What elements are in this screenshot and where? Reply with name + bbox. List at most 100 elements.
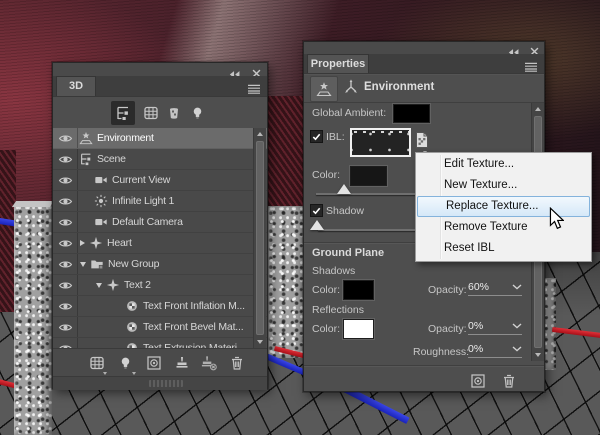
check-icon <box>312 207 321 215</box>
visibility-toggle[interactable] <box>53 317 78 337</box>
trash-icon[interactable] <box>228 354 245 371</box>
new-object-icon[interactable] <box>145 354 162 371</box>
visibility-toggle[interactable] <box>53 254 78 274</box>
shadows-opacity-label: Opacity: <box>428 284 467 296</box>
tab-properties[interactable]: Properties <box>307 54 369 73</box>
ground-stamp-icon[interactable] <box>173 354 190 371</box>
reflections-opacity-dropdown[interactable]: 0% <box>468 320 522 335</box>
roughness-dropdown[interactable]: 0% <box>468 343 522 358</box>
visibility-toggle[interactable] <box>53 170 78 190</box>
properties-header: Environment <box>304 74 544 103</box>
tab-properties-label: Properties <box>311 58 365 70</box>
properties-tabrow: Properties <box>304 54 544 74</box>
tab-3d[interactable]: 3D <box>56 76 96 96</box>
3d-filter-bar <box>53 97 267 129</box>
slider-thumb[interactable] <box>337 184 351 194</box>
filter-scene-icon[interactable] <box>111 101 135 125</box>
trash-icon[interactable] <box>500 372 518 390</box>
visibility-toggle[interactable] <box>53 191 78 211</box>
ibl-texture-thumbnail[interactable] <box>350 128 411 157</box>
vertical-scrollbar[interactable] <box>253 128 266 348</box>
eye-icon <box>58 154 73 165</box>
visibility-toggle[interactable] <box>53 128 78 148</box>
list-item-heart[interactable]: Heart <box>53 233 267 254</box>
coordinates-icon <box>343 79 359 100</box>
environment-icon[interactable] <box>310 76 338 102</box>
3d-panel-titlebar <box>53 63 267 76</box>
eye-icon <box>58 217 73 228</box>
add-light-icon[interactable] <box>117 354 134 371</box>
add-mesh-icon[interactable] <box>88 354 105 371</box>
visibility-toggle[interactable] <box>53 275 78 295</box>
light-icon <box>94 194 108 208</box>
filter-lights-icon[interactable] <box>190 105 206 121</box>
3d-text-object <box>14 205 52 435</box>
reflections-opacity-label: Opacity: <box>428 323 467 335</box>
render-icon[interactable] <box>469 372 487 390</box>
shadow-checkbox[interactable] <box>310 204 323 217</box>
eye-icon <box>58 133 73 144</box>
ibl-color-label: Color: <box>312 169 340 181</box>
menu-item-replace-texture[interactable]: Replace Texture... <box>417 196 590 217</box>
shadows-opacity-dropdown[interactable]: 60% <box>468 281 522 296</box>
properties-titlebar <box>304 42 544 54</box>
scrollbar-thumb[interactable] <box>256 141 264 335</box>
delete-constraint-icon[interactable] <box>200 354 217 371</box>
shadows-color-swatch[interactable] <box>343 280 374 300</box>
global-ambient-swatch[interactable] <box>393 104 430 123</box>
chevron-down-icon[interactable] <box>80 262 86 267</box>
menu-item-reset-ibl[interactable]: Reset IBL <box>416 238 591 259</box>
texture-context-menu: Edit Texture... New Texture... Replace T… <box>415 152 592 262</box>
texture-file-icon[interactable] <box>414 131 430 154</box>
visibility-toggle[interactable] <box>53 233 78 253</box>
ibl-checkbox[interactable] <box>310 130 323 143</box>
filter-materials-icon[interactable] <box>166 105 182 121</box>
ibl-label: IBL: <box>326 131 345 143</box>
list-item-text-front-bevel[interactable]: Text Front Bevel Mat... <box>53 317 267 338</box>
list-item-text-front-inflation[interactable]: Text Front Inflation M... <box>53 296 267 317</box>
menu-item-edit-texture[interactable]: Edit Texture... <box>416 154 591 175</box>
scene-icon <box>79 152 93 166</box>
visibility-toggle[interactable] <box>53 212 78 232</box>
scroll-down-icon[interactable] <box>535 353 541 357</box>
reflections-color-swatch[interactable] <box>343 319 374 339</box>
properties-title: Environment <box>364 81 434 93</box>
list-item-environment[interactable]: Environment <box>53 128 267 149</box>
shadows-section-label: Shadows <box>312 265 355 277</box>
chevron-down-icon <box>512 346 522 352</box>
shadows-opacity-value: 60% <box>468 281 489 293</box>
visibility-toggle[interactable] <box>53 296 78 316</box>
scroll-up-icon[interactable] <box>257 132 263 136</box>
list-item-text-2[interactable]: Text 2 <box>53 275 267 296</box>
mesh-icon <box>106 278 120 292</box>
scroll-down-icon[interactable] <box>257 340 263 344</box>
list-item-scene[interactable]: Scene <box>53 149 267 170</box>
roughness-value: 0% <box>468 343 483 355</box>
camera-icon <box>94 215 108 229</box>
scrollbar-thumb[interactable] <box>149 380 183 387</box>
reflections-color-label: Color: <box>312 323 340 335</box>
horizontal-scrollbar[interactable] <box>53 376 267 390</box>
slider-thumb[interactable] <box>310 220 324 230</box>
menu-item-remove-texture[interactable]: Remove Texture <box>416 217 591 238</box>
list-item-current-view[interactable]: Current View <box>53 170 267 191</box>
list-item-label: Scene <box>97 153 126 165</box>
3d-text-object <box>268 206 306 358</box>
chevron-down-icon[interactable] <box>96 283 102 288</box>
list-item-new-group[interactable]: New Group <box>53 254 267 275</box>
3d-panel-toolbar <box>53 348 267 377</box>
check-icon <box>312 133 321 141</box>
reflections-opacity-value: 0% <box>468 320 483 332</box>
list-item-default-camera[interactable]: Default Camera <box>53 212 267 233</box>
menu-item-new-texture[interactable]: New Texture... <box>416 175 591 196</box>
chevron-right-icon[interactable] <box>80 240 85 246</box>
visibility-toggle[interactable] <box>53 149 78 169</box>
ibl-color-swatch[interactable] <box>350 166 387 186</box>
filter-meshes-icon[interactable] <box>143 105 159 121</box>
list-item-label: Text Front Inflation M... <box>143 300 245 312</box>
list-item-label: Environment <box>97 132 154 144</box>
scroll-up-icon[interactable] <box>535 107 541 111</box>
list-item-infinite-light[interactable]: Infinite Light 1 <box>53 191 267 212</box>
roughness-label: Roughness: <box>413 346 469 358</box>
environment-icon <box>79 131 93 145</box>
